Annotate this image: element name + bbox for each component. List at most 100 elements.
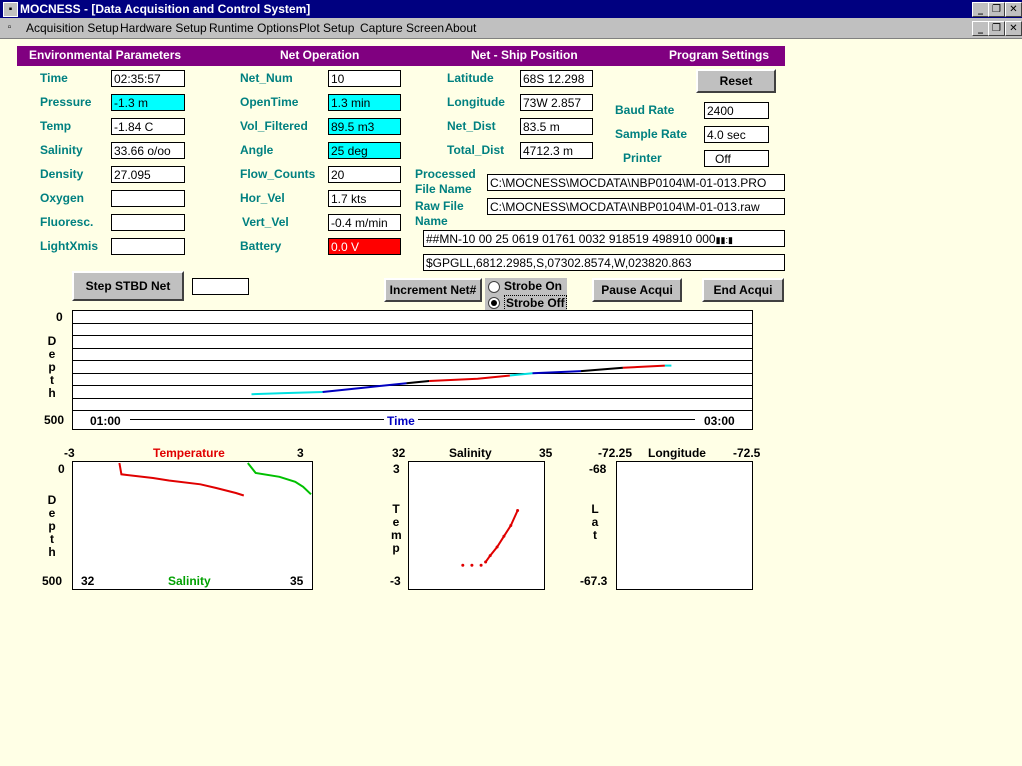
close-icon[interactable]: ✕ <box>1005 2 1022 17</box>
title-bar: ▪ MOCNESS - [Data Acquisition and Contro… <box>0 0 1022 18</box>
depth-time-xtick-start: 01:00 <box>88 414 123 428</box>
label-vert-vel: Vert_Vel <box>242 215 289 229</box>
label-processed-1: Processed <box>415 167 476 181</box>
header-net-operation: Net Operation <box>280 48 360 62</box>
field-data-string: ##MN-10 00 25 0619 01761 0032 918519 498… <box>423 230 785 247</box>
depth-time-ytick-top: 0 <box>56 310 63 324</box>
label-total-dist: Total_Dist <box>447 143 505 157</box>
plot-frame <box>72 310 753 430</box>
label-net-dist: Net_Dist <box>447 119 496 133</box>
field-total-dist: 4712.3 m <box>520 142 593 159</box>
menu-runtime-options[interactable]: Runtime Options <box>209 21 298 35</box>
label-time: Time <box>40 71 68 85</box>
profile-temp-label: Temperature <box>153 446 225 460</box>
child-close-icon[interactable]: ✕ <box>1005 21 1022 36</box>
field-density: 27.095 <box>111 166 185 183</box>
field-net-dist: 83.5 m <box>520 118 593 135</box>
strobe-off-radio[interactable] <box>488 297 500 309</box>
strobe-radio-group: Strobe On Strobe Off <box>485 278 567 311</box>
plot-frame <box>616 461 753 590</box>
label-salinity: Salinity <box>40 143 83 157</box>
menu-about[interactable]: About <box>445 21 476 35</box>
restore-icon[interactable]: ❐ <box>988 2 1005 17</box>
label-density: Density <box>40 167 84 181</box>
reset-button[interactable]: Reset <box>696 69 776 93</box>
ts-xtick-right: 35 <box>539 446 553 460</box>
field-time: 02:35:57 <box>111 70 185 87</box>
field-vol-filtered: 89.5 m3 <box>328 118 401 135</box>
field-latitude: 68S 12.298 <box>520 70 593 87</box>
label-processed-2: File Name <box>415 182 472 196</box>
ylabel-letter: t <box>593 528 597 542</box>
strobe-on-label[interactable]: Strobe On <box>504 279 562 293</box>
label-hor-vel: Hor_Vel <box>240 191 285 205</box>
strobe-off-label[interactable]: Strobe Off <box>504 295 567 311</box>
data-string-glyph: ▮▮:▮ <box>715 235 733 245</box>
position-plot <box>616 461 753 590</box>
pos-xtick-right: -72.5 <box>733 446 761 460</box>
field-vert-vel: -0.4 m/min <box>328 214 401 231</box>
field-net-num: 10 <box>328 70 401 87</box>
menu-acquisition-setup[interactable]: Acquisition Setup <box>26 21 119 35</box>
profile-ytick-top: 0 <box>58 462 65 476</box>
profile-ytick-bottom: 500 <box>42 574 63 588</box>
ylabel-letter: h <box>48 545 56 559</box>
menu-hardware-setup[interactable]: Hardware Setup <box>120 21 207 35</box>
label-pressure: Pressure <box>40 95 92 109</box>
field-pressure: -1.3 m <box>111 94 185 111</box>
ylabel-letter: h <box>48 386 56 400</box>
end-acqui-button[interactable]: End Acqui <box>702 278 784 302</box>
field-temp: -1.84 C <box>111 118 185 135</box>
label-longitude: Longitude <box>447 95 505 109</box>
menu-capture-screen[interactable]: Capture Screen <box>360 21 444 35</box>
app-icon[interactable]: ▪ <box>3 2 18 17</box>
field-flow-counts: 20 <box>328 166 401 183</box>
ts-point <box>461 563 465 567</box>
ylabel-letter: p <box>392 541 400 555</box>
depth-time-ytick-bottom: 500 <box>44 413 65 427</box>
label-baud-rate: Baud Rate <box>615 103 675 117</box>
pause-acqui-button[interactable]: Pause Acqui <box>592 278 682 302</box>
label-sample-rate: Sample Rate <box>615 127 688 141</box>
field-longitude: 73W 2.857 <box>520 94 593 111</box>
child-minimize-icon[interactable]: _ <box>972 21 989 36</box>
increment-net-button[interactable]: Increment Net# <box>384 278 482 302</box>
field-lightxmis <box>111 238 185 255</box>
header-environmental: Environmental Parameters <box>29 48 182 62</box>
child-restore-icon[interactable]: ❐ <box>988 21 1005 36</box>
strobe-on-radio[interactable] <box>488 281 500 293</box>
menu-plot-setup[interactable]: Plot Setup <box>299 21 354 35</box>
step-stbd-net-button[interactable]: Step STBD Net <box>72 271 184 301</box>
label-flow-counts: Flow_Counts <box>240 167 316 181</box>
header-program-settings: Program Settings <box>669 48 770 62</box>
pos-xtick-left: -72.25 <box>598 446 633 460</box>
label-oxygen: Oxygen <box>40 191 85 205</box>
field-oxygen <box>111 190 185 207</box>
ts-point <box>470 563 474 567</box>
document-icon[interactable]: ▫ <box>3 21 16 34</box>
ts-ytick-bottom: -3 <box>390 574 401 588</box>
minimize-icon[interactable]: _ <box>972 2 989 17</box>
profile-sal-label: Salinity <box>168 574 211 588</box>
label-fluoresc: Fluoresc. <box>40 215 94 229</box>
profile-top-tick-right: 3 <box>297 446 304 460</box>
field-baud-rate[interactable]: 2400 <box>704 102 769 119</box>
field-processed-file: C:\MOCNESS\MOCDATA\NBP0104\M-01-013.PRO <box>487 174 785 191</box>
field-opentime: 1.3 min <box>328 94 401 111</box>
plot-frame <box>72 461 313 590</box>
step-value-field[interactable] <box>192 278 249 295</box>
pos-ytick-bottom: -67.3 <box>580 574 608 588</box>
field-fluoresc <box>111 214 185 231</box>
field-gps-string: $GPGLL,6812.2985,S,07302.8574,W,023820.8… <box>423 254 785 271</box>
profile-plot <box>72 461 313 590</box>
field-sample-rate[interactable]: 4.0 sec <box>704 126 769 143</box>
menu-bar: ▫ Acquisition Setup Hardware Setup Runti… <box>0 18 1022 39</box>
field-battery: 0.0 V <box>328 238 401 255</box>
pos-title: Longitude <box>648 446 706 460</box>
window-title: MOCNESS - [Data Acquisition and Control … <box>20 2 311 16</box>
label-raw-2: Name <box>415 214 448 228</box>
field-salinity: 33.66 o/oo <box>111 142 185 159</box>
field-printer[interactable]: Off <box>704 150 769 167</box>
profile-bottom-tick-left: 32 <box>81 574 95 588</box>
label-net-num: Net_Num <box>240 71 293 85</box>
